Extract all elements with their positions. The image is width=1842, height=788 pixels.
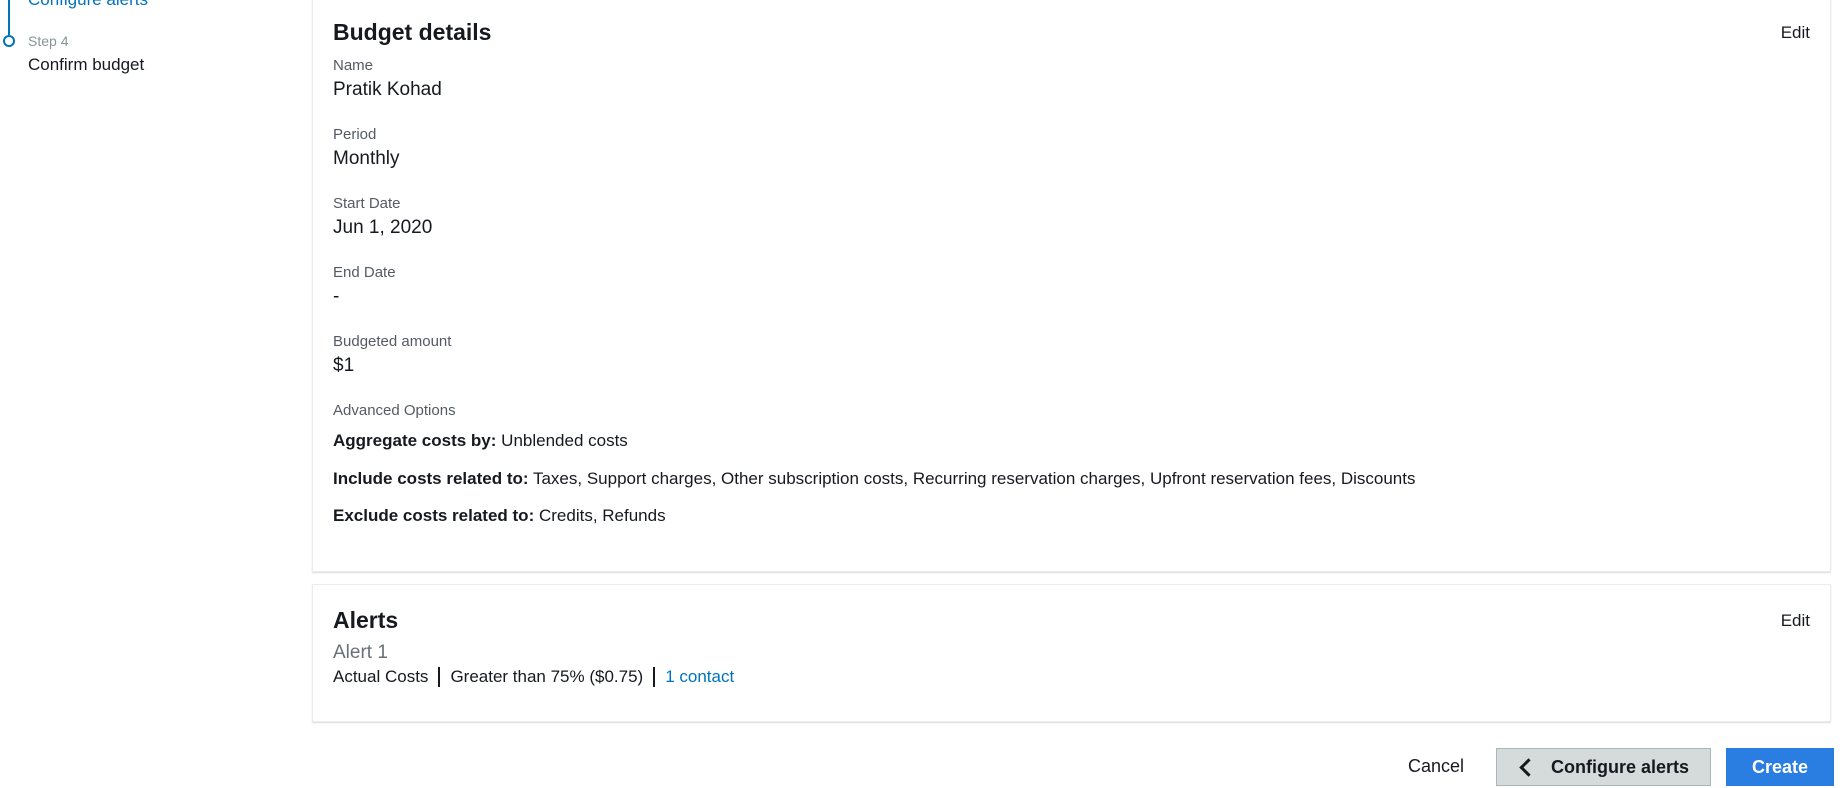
- wizard-steps-sidebar: Configure alerts Step 4 Confirm budget: [0, 0, 300, 788]
- budgeted-amount-label: Budgeted amount: [333, 333, 452, 350]
- period-label: Period: [333, 126, 377, 143]
- advanced-options-label: Advanced Options: [333, 402, 456, 419]
- exclude-costs-line: Exclude costs related to: Credits, Refun…: [333, 506, 666, 526]
- start-date-value: Jun 1, 2020: [333, 217, 433, 238]
- aggregate-costs-key: Aggregate costs by:: [333, 431, 497, 450]
- previous-button[interactable]: Configure alerts: [1496, 748, 1711, 786]
- alert-name: Alert 1: [333, 642, 388, 663]
- start-date-label: Start Date: [333, 195, 401, 212]
- alerts-title: Alerts: [333, 607, 399, 633]
- aggregate-costs-value: Unblended costs: [501, 431, 628, 450]
- budgeted-amount-value: $1: [333, 355, 355, 376]
- alert-cost-type: Actual Costs: [333, 667, 429, 686]
- alerts-card: Alerts Edit Alert 1 Actual Costs Greater…: [312, 584, 1831, 722]
- name-value: Pratik Kohad: [333, 79, 442, 100]
- budget-details-card: Budget details Edit Name Pratik Kohad Pe…: [312, 0, 1831, 572]
- exclude-costs-value: Credits, Refunds: [538, 506, 666, 525]
- wizard-footer: Cancel Configure alerts Create: [0, 748, 1842, 788]
- step-title-confirm-budget: Confirm budget: [28, 55, 145, 74]
- chevron-left-icon: [1519, 757, 1538, 777]
- step-connector-line: [8, 0, 10, 35]
- alert-threshold: Greater than 75% ($0.75): [450, 667, 644, 686]
- alert-contacts-link[interactable]: 1 contact: [665, 667, 734, 687]
- name-label: Name: [333, 57, 374, 74]
- previous-button-label: Configure alerts: [1550, 756, 1690, 777]
- cancel-button[interactable]: Cancel: [1402, 755, 1470, 778]
- alert-summary-row: Actual Costs Greater than 75% ($0.75) 1 …: [333, 667, 734, 687]
- step-indicator-icon: [3, 35, 15, 47]
- aggregate-costs-line: Aggregate costs by: Unblended costs: [333, 431, 628, 451]
- separator: [653, 667, 656, 687]
- include-costs-line: Include costs related to: Taxes, Support…: [333, 469, 1415, 489]
- end-date-value: -: [333, 286, 340, 307]
- step-number: Step 4: [28, 33, 69, 49]
- exclude-costs-key: Exclude costs related to:: [333, 506, 535, 525]
- separator: [438, 667, 441, 687]
- end-date-label: End Date: [333, 264, 396, 281]
- budget-details-edit-button[interactable]: Edit: [1781, 23, 1810, 43]
- alerts-edit-button[interactable]: Edit: [1781, 611, 1810, 631]
- include-costs-value: Taxes, Support charges, Other subscripti…: [532, 469, 1416, 488]
- create-button[interactable]: Create: [1726, 748, 1834, 786]
- period-value: Monthly: [333, 148, 400, 169]
- budget-details-title: Budget details: [333, 19, 492, 45]
- include-costs-key: Include costs related to:: [333, 469, 529, 488]
- step-link-configure-alerts[interactable]: Configure alerts: [28, 0, 148, 10]
